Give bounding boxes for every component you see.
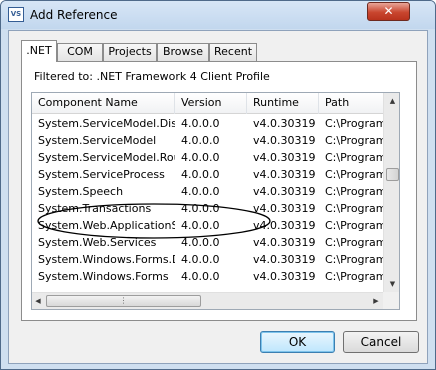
runtime-cell: v4.0.30319: [253, 219, 316, 232]
path-cell: C:\Program: [325, 236, 383, 249]
path-cell: C:\Program: [325, 117, 383, 130]
runtime-cell: v4.0.30319: [253, 270, 316, 283]
horizontal-scroll-thumb[interactable]: ⋮: [46, 295, 201, 307]
path-cell: C:\Program: [325, 134, 383, 147]
add-reference-dialog: VS Add Reference ✕ .NET COM Projects Bro…: [0, 0, 436, 370]
window-title: Add Reference: [30, 8, 118, 22]
component-name-cell: System.Windows.Forms.D...: [38, 253, 175, 266]
component-name-cell: System.Web.Services: [38, 236, 157, 249]
runtime-cell: v4.0.30319: [253, 202, 316, 215]
ok-button[interactable]: OK: [260, 331, 335, 353]
version-cell: 4.0.0.0: [181, 270, 220, 283]
dialog-body: .NET COM Projects Browse Recent Filtered…: [8, 30, 428, 364]
component-name-cell: System.Windows.Forms: [38, 270, 169, 283]
component-name-cell: System.ServiceProcess: [38, 168, 165, 181]
column-header-row: Component Name Version Runtime Path: [32, 93, 383, 114]
path-cell: C:\Program: [325, 168, 383, 181]
table-row[interactable]: System.Web.ApplicationSe... 4.0.0.0 v4.0…: [32, 217, 383, 234]
path-cell: C:\Program: [325, 270, 383, 283]
scrollbar-corner: [383, 292, 399, 309]
tab-projects[interactable]: Projects: [103, 43, 157, 61]
runtime-cell: v4.0.30319: [253, 236, 316, 249]
column-header-runtime[interactable]: Runtime: [247, 93, 319, 114]
version-cell: 4.0.0.0: [181, 117, 220, 130]
version-cell: 4.0.0.0: [181, 202, 220, 215]
filter-label: Filtered to: .NET Framework 4 Client Pro…: [34, 70, 270, 83]
scroll-left-arrow-icon[interactable]: ◀: [32, 296, 44, 306]
component-name-cell: System.Transactions: [38, 202, 152, 215]
title-bar[interactable]: VS Add Reference ✕: [1, 1, 435, 29]
tab-browse[interactable]: Browse: [157, 43, 209, 61]
runtime-cell: v4.0.30319: [253, 134, 316, 147]
table-row[interactable]: System.ServiceModel.Disc... 4.0.0.0 v4.0…: [32, 115, 383, 132]
component-name-cell: System.Web.ApplicationSe...: [38, 219, 175, 232]
component-list[interactable]: Component Name Version Runtime Path Syst…: [31, 92, 400, 310]
vertical-scroll-thumb[interactable]: [386, 168, 399, 181]
component-name-cell: System.ServiceModel.Disc...: [38, 117, 175, 130]
version-cell: 4.0.0.0: [181, 151, 220, 164]
scroll-right-arrow-icon[interactable]: ▶: [370, 296, 382, 306]
table-row[interactable]: System.ServiceModel 4.0.0.0 v4.0.30319 C…: [32, 132, 383, 149]
component-rows: System.ServiceModel.Disc... 4.0.0.0 v4.0…: [32, 115, 383, 285]
visual-studio-icon: VS: [8, 7, 24, 22]
table-row[interactable]: System.ServiceModel.Rout... 4.0.0.0 v4.0…: [32, 149, 383, 166]
column-header-path[interactable]: Path: [319, 93, 383, 114]
runtime-cell: v4.0.30319: [253, 168, 316, 181]
version-cell: 4.0.0.0: [181, 253, 220, 266]
component-name-cell: System.ServiceModel.Rout...: [38, 151, 175, 164]
table-row-system-speech[interactable]: System.Speech 4.0.0.0 v4.0.30319 C:\Prog…: [32, 183, 383, 200]
version-cell: 4.0.0.0: [181, 134, 220, 147]
table-row[interactable]: System.Windows.Forms 4.0.0.0 v4.0.30319 …: [32, 268, 383, 285]
path-cell: C:\Program: [325, 151, 383, 164]
runtime-cell: v4.0.30319: [253, 253, 316, 266]
runtime-cell: v4.0.30319: [253, 185, 316, 198]
runtime-cell: v4.0.30319: [253, 117, 316, 130]
cancel-button[interactable]: Cancel: [343, 331, 419, 353]
table-row[interactable]: System.Windows.Forms.D... 4.0.0.0 v4.0.3…: [32, 251, 383, 268]
version-cell: 4.0.0.0: [181, 236, 220, 249]
tab-panel-dotnet: Filtered to: .NET Framework 4 Client Pro…: [21, 61, 417, 321]
table-row[interactable]: System.ServiceProcess 4.0.0.0 v4.0.30319…: [32, 166, 383, 183]
column-header-version[interactable]: Version: [175, 93, 247, 114]
component-name-cell: System.ServiceModel: [38, 134, 157, 147]
path-cell: C:\Program: [325, 253, 383, 266]
scroll-down-arrow-icon[interactable]: ▼: [384, 279, 399, 289]
version-cell: 4.0.0.0: [181, 185, 220, 198]
tab-dotnet[interactable]: .NET: [21, 40, 57, 62]
path-cell: C:\Program: [325, 202, 383, 215]
component-name-cell: System.Speech: [38, 185, 124, 198]
tab-com[interactable]: COM: [57, 43, 103, 61]
version-cell: 4.0.0.0: [181, 219, 220, 232]
tab-recent[interactable]: Recent: [209, 43, 257, 61]
runtime-cell: v4.0.30319: [253, 151, 316, 164]
scroll-up-arrow-icon[interactable]: ▲: [384, 96, 399, 106]
version-cell: 4.0.0.0: [181, 168, 220, 181]
column-header-component-name[interactable]: Component Name: [32, 93, 175, 114]
path-cell: C:\Program: [325, 185, 383, 198]
close-button[interactable]: ✕: [367, 2, 410, 21]
horizontal-scrollbar[interactable]: ◀ ⋮ ▶: [32, 292, 383, 309]
path-cell: C:\Program: [325, 219, 383, 232]
table-row[interactable]: System.Transactions 4.0.0.0 v4.0.30319 C…: [32, 200, 383, 217]
table-row[interactable]: System.Web.Services 4.0.0.0 v4.0.30319 C…: [32, 234, 383, 251]
vertical-scrollbar[interactable]: ▲ ▼: [383, 93, 399, 292]
